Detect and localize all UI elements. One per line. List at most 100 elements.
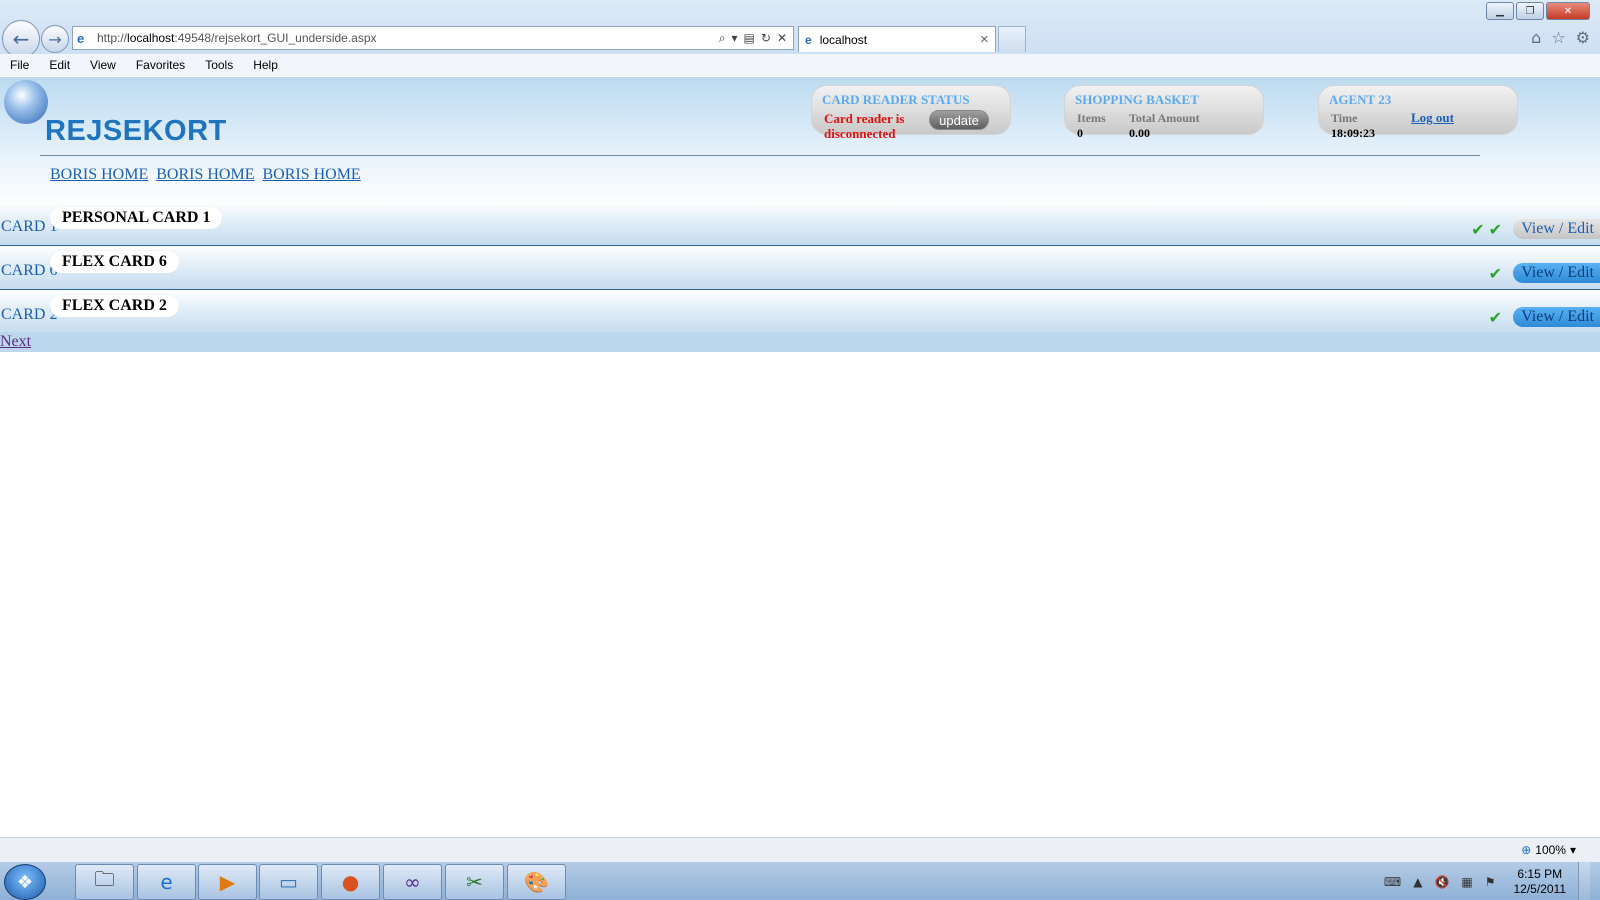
- tab-localhost[interactable]: e localhost ✕: [798, 26, 996, 52]
- taskbar-notepad[interactable]: ▭: [259, 864, 318, 900]
- menu-file[interactable]: File: [10, 58, 29, 72]
- address-bar[interactable]: e http://localhost:49548/rejsekort_GUI_u…: [72, 26, 794, 50]
- taskbar-ie[interactable]: e: [137, 864, 196, 900]
- network-icon[interactable]: ▦: [1461, 875, 1472, 889]
- nav-link-boris-home-3[interactable]: BORIS HOME: [262, 166, 360, 183]
- zoom-control[interactable]: ⊕ 100% ▾: [1521, 843, 1576, 857]
- favorites-star-icon[interactable]: ☆: [1551, 28, 1565, 47]
- next-link[interactable]: Next: [0, 333, 31, 351]
- logout-link[interactable]: Log out: [1411, 110, 1454, 126]
- tab-close-icon[interactable]: ✕: [980, 33, 989, 46]
- taskbar-visual-studio[interactable]: ∞: [383, 864, 442, 900]
- card-checks: ✔ ✔: [1471, 220, 1502, 239]
- restore-button[interactable]: ❐: [1516, 2, 1544, 20]
- zoom-icon: ⊕: [1521, 843, 1532, 857]
- zoom-level: 100%: [1535, 843, 1566, 857]
- volume-icon[interactable]: 🔇: [1434, 875, 1449, 889]
- check-icon: ✔: [1488, 220, 1502, 239]
- dropdown-icon[interactable]: ▾: [732, 31, 738, 46]
- palette-icon: 🎨: [524, 870, 549, 894]
- basket-amount-value: 0.00: [1129, 126, 1150, 140]
- ie-tab-icon: e: [805, 32, 812, 47]
- stop-icon[interactable]: ✕: [777, 31, 787, 46]
- menu-edit[interactable]: Edit: [49, 58, 70, 72]
- view-edit-button[interactable]: View / Edit: [1513, 307, 1600, 327]
- system-tray: ⌨ ▲ 🔇 ▦ ⚑ 6:15 PM 12/5/2011: [1384, 862, 1590, 900]
- close-window-button[interactable]: ✕: [1546, 2, 1590, 20]
- taskbar-media-player[interactable]: ▶: [198, 864, 257, 900]
- view-edit-button[interactable]: View / Edit: [1513, 219, 1600, 239]
- windows-logo-icon: ❖: [16, 871, 34, 893]
- pager-bar: Next: [0, 332, 1600, 352]
- card-name: FLEX CARD 2: [50, 295, 179, 317]
- firefox-icon: ●: [341, 870, 360, 894]
- chevron-down-icon[interactable]: ▾: [1570, 843, 1576, 857]
- web-page: REJSEKORT CARD READER STATUS Card reader…: [0, 77, 1600, 837]
- scissors-icon: ✂: [466, 870, 483, 894]
- taskbar: ❖ 🗀 e ▶ ▭ ● ∞ ✂ 🎨 ⌨ ▲ 🔇 ▦ ⚑ 6:15 PM 12/5…: [0, 861, 1600, 900]
- compatibility-icon[interactable]: ▤: [744, 31, 755, 46]
- check-icon: ✔: [1488, 264, 1502, 283]
- menu-favorites[interactable]: Favorites: [136, 58, 185, 72]
- basket-items-value: 0: [1077, 126, 1083, 140]
- card-checks: ✔: [1489, 308, 1502, 327]
- browser-chrome: ← → e http://localhost:49548/rejsekort_G…: [0, 0, 1600, 76]
- play-icon: ▶: [219, 870, 236, 894]
- refresh-icon[interactable]: ↻: [761, 31, 771, 46]
- taskbar-snipping-tool[interactable]: ✂: [445, 864, 504, 900]
- new-tab-button[interactable]: [998, 26, 1026, 52]
- gear-icon[interactable]: ⚙: [1576, 28, 1590, 47]
- nav-link-boris-home-1[interactable]: BORIS HOME: [50, 166, 148, 183]
- clock-date: 12/5/2011: [1513, 881, 1567, 896]
- agent-time-label: Time: [1331, 111, 1358, 125]
- infinity-icon: ∞: [404, 870, 421, 894]
- header-divider: [40, 155, 1480, 156]
- clock-time: 6:15 PM: [1517, 866, 1563, 881]
- menu-tools[interactable]: Tools: [205, 58, 233, 72]
- card-code-link[interactable]: CARD 2: [1, 306, 57, 324]
- notepad-icon: ▭: [279, 870, 298, 894]
- taskbar-paint[interactable]: 🎨: [507, 864, 566, 900]
- agent-title: AGENT 23: [1329, 92, 1392, 107]
- minimize-button[interactable]: ▁: [1486, 2, 1514, 20]
- clock[interactable]: 6:15 PM 12/5/2011: [1514, 867, 1567, 897]
- menu-help[interactable]: Help: [253, 58, 278, 72]
- shopping-basket-box: SHOPPING BASKET Items 0 Total Amount 0.0…: [1064, 85, 1264, 140]
- card-row: CARD 1 PERSONAL CARD 1 ✔ ✔ View / Edit: [0, 202, 1600, 246]
- forward-button[interactable]: →: [41, 25, 69, 53]
- folder-icon: 🗀: [94, 867, 115, 891]
- card-reader-status-box: CARD READER STATUS Card reader is discon…: [811, 85, 1011, 141]
- card-row: CARD 2 FLEX CARD 2 ✔ View / Edit: [0, 290, 1600, 334]
- tray-expand-icon[interactable]: ▲: [1413, 875, 1422, 889]
- nav-links: BORIS HOME BORIS HOME BORIS HOME: [50, 166, 365, 184]
- card-reader-status-text: Card reader is disconnected: [824, 111, 905, 141]
- keyboard-icon[interactable]: ⌨: [1384, 875, 1401, 889]
- card-row: CARD 6 FLEX CARD 6 ✔ View / Edit: [0, 246, 1600, 290]
- check-icon: ✔: [1471, 220, 1485, 239]
- show-desktop-button[interactable]: [1578, 862, 1590, 900]
- card-checks: ✔: [1489, 264, 1502, 283]
- basket-amount-label: Total Amount: [1129, 111, 1200, 125]
- card-code-link[interactable]: CARD 6: [1, 262, 57, 280]
- update-button[interactable]: update: [929, 110, 989, 130]
- url-text[interactable]: http://localhost:49548/rejsekort_GUI_und…: [97, 31, 719, 45]
- start-button[interactable]: ❖: [4, 864, 46, 900]
- card-name: FLEX CARD 6: [50, 251, 179, 273]
- home-icon[interactable]: ⌂: [1531, 28, 1541, 47]
- ie-icon: e: [160, 870, 173, 894]
- menu-view[interactable]: View: [90, 58, 116, 72]
- check-icon: ✔: [1488, 308, 1502, 327]
- back-button[interactable]: ←: [2, 20, 40, 58]
- search-icon[interactable]: ⌕: [719, 31, 726, 46]
- taskbar-firefox[interactable]: ●: [321, 864, 380, 900]
- card-name: PERSONAL CARD 1: [50, 207, 223, 229]
- browser-toolbar-icons: ⌂ ☆ ⚙: [1531, 28, 1590, 47]
- card-code-link[interactable]: CARD 1: [1, 218, 57, 236]
- logo-orb-icon: [4, 80, 48, 124]
- view-edit-button[interactable]: View / Edit: [1513, 263, 1600, 283]
- taskbar-explorer[interactable]: 🗀: [75, 864, 134, 900]
- nav-link-boris-home-2[interactable]: BORIS HOME: [156, 166, 254, 183]
- ie-page-icon: e: [77, 30, 85, 46]
- card-reader-title: CARD READER STATUS: [822, 92, 970, 107]
- action-center-icon[interactable]: ⚑: [1485, 875, 1496, 889]
